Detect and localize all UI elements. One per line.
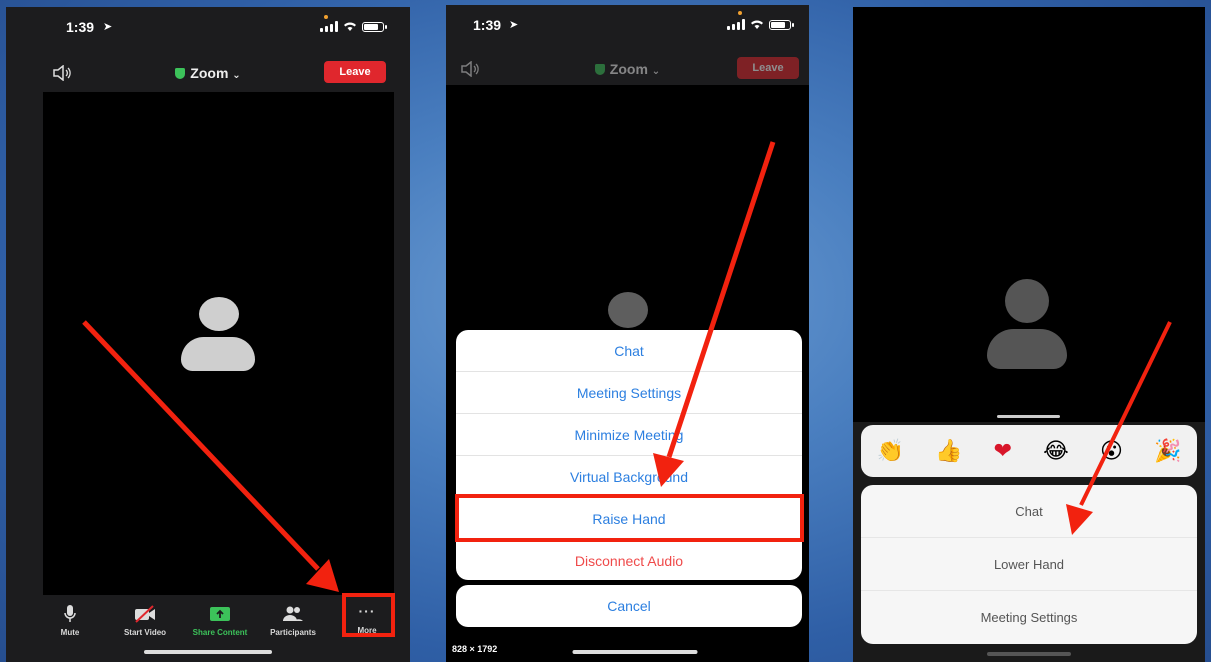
clap-icon[interactable]: 👏	[877, 439, 904, 464]
share-content-button[interactable]: Share Content	[185, 605, 255, 637]
zoom-meeting-screen: 1:39 ➤ Zoom ⌄ Leave Mute Start Video Sha…	[6, 7, 410, 662]
home-indicator	[572, 650, 698, 654]
video-area	[43, 92, 394, 595]
start-video-label: Start Video	[123, 628, 167, 637]
meeting-header: Zoom ⌄ Leave	[446, 57, 809, 83]
video-area	[853, 7, 1205, 422]
leave-button[interactable]: Leave	[737, 57, 799, 79]
highlight-box	[455, 494, 804, 542]
reactions-menu-sheet: Chat Lower Hand Meeting Settings	[861, 485, 1197, 644]
battery-icon	[769, 19, 794, 30]
open-mouth-icon[interactable]: 😮	[1100, 439, 1123, 464]
cancel-sheet: Cancel	[456, 585, 802, 627]
share-icon	[210, 607, 230, 621]
location-icon: ➤	[509, 19, 519, 31]
share-content-label: Share Content	[192, 628, 248, 637]
home-indicator	[987, 652, 1071, 656]
zoom-reactions-menu-screen: 👏 👍 ❤ 😂 😮 🎉 Chat Lower Hand Meeting Sett…	[853, 7, 1205, 662]
sheet-grabber	[997, 415, 1060, 418]
participants-button[interactable]: Participants	[258, 605, 328, 637]
party-popper-icon[interactable]: 🎉	[1154, 439, 1181, 464]
image-dimensions-label: 828 × 1792	[452, 644, 498, 654]
mic-indicator-icon	[324, 15, 328, 19]
thumbs-up-icon[interactable]: 👍	[935, 439, 962, 464]
battery-icon	[362, 21, 387, 32]
menu-item-chat[interactable]: Chat	[456, 330, 802, 372]
avatar	[608, 292, 648, 332]
meeting-toolbar: Mute Start Video Share Content Participa…	[6, 593, 410, 662]
status-time: 1:39	[66, 19, 95, 35]
meeting-title-text: Zoom	[190, 65, 229, 81]
mute-label: Mute	[60, 628, 80, 637]
signal-icon	[727, 19, 745, 30]
heart-icon[interactable]: ❤	[994, 439, 1012, 464]
menu-item-meeting-settings[interactable]: Meeting Settings	[456, 372, 802, 414]
video-off-icon	[135, 605, 155, 623]
wifi-icon	[344, 22, 356, 31]
more-menu-sheet: Chat Meeting Settings Minimize Meeting V…	[456, 330, 802, 580]
signal-icon	[320, 21, 338, 32]
participants-label: Participants	[270, 628, 316, 637]
status-bar: 1:39 ➤	[6, 15, 410, 39]
zoom-more-menu-screen: 1:39 ➤ Zoom ⌄ Leave Chat Meeting Setting…	[446, 5, 809, 662]
shield-icon	[175, 68, 186, 79]
start-video-button[interactable]: Start Video	[110, 605, 180, 637]
meeting-header: Zoom ⌄ Leave	[6, 61, 410, 87]
mute-button[interactable]: Mute	[35, 605, 105, 637]
home-indicator	[144, 650, 272, 654]
leave-button[interactable]: Leave	[324, 61, 386, 83]
menu-item-minimize-meeting[interactable]: Minimize Meeting	[456, 414, 802, 456]
chevron-down-icon: ⌄	[232, 70, 241, 81]
status-time: 1:39	[473, 17, 502, 33]
tears-of-joy-icon[interactable]: 😂	[1043, 439, 1069, 464]
avatar	[181, 297, 257, 373]
menu-item-disconnect-audio[interactable]: Disconnect Audio	[456, 540, 802, 580]
cancel-button[interactable]: Cancel	[456, 585, 802, 627]
status-bar: 1:39 ➤	[446, 11, 809, 37]
highlight-box	[342, 593, 395, 637]
menu-item-chat[interactable]: Chat	[861, 485, 1197, 538]
menu-item-meeting-settings[interactable]: Meeting Settings	[861, 591, 1197, 644]
avatar	[987, 279, 1067, 369]
menu-item-virtual-background[interactable]: Virtual Background	[456, 456, 802, 498]
menu-item-lower-hand[interactable]: Lower Hand	[861, 538, 1197, 591]
chevron-down-icon: ⌄	[651, 66, 661, 77]
participants-icon	[283, 606, 303, 621]
wifi-icon	[751, 20, 763, 29]
reactions-bar: 👏 👍 ❤ 😂 😮 🎉	[861, 425, 1197, 477]
shield-icon	[594, 64, 605, 75]
meeting-title-text: Zoom	[609, 61, 648, 77]
microphone-icon	[64, 605, 76, 622]
location-icon: ➤	[103, 21, 113, 33]
mic-indicator-icon	[738, 11, 742, 15]
